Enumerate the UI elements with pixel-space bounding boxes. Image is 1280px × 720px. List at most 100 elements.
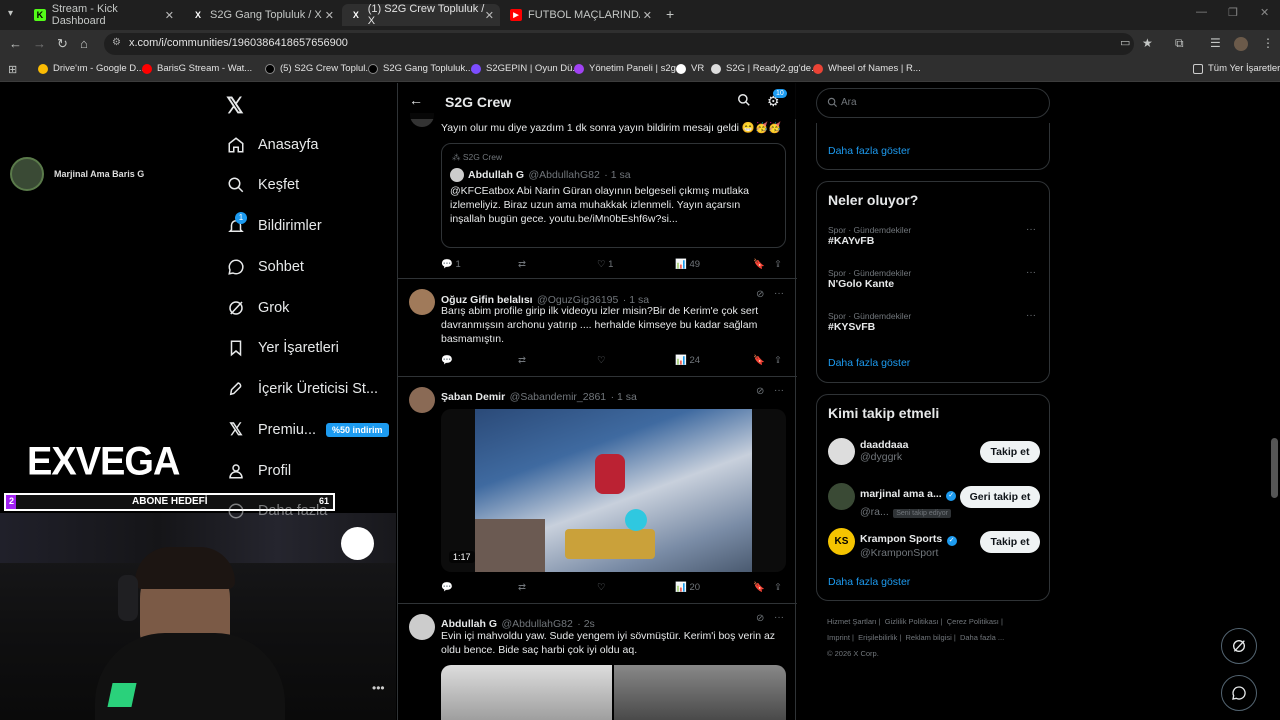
close-window-icon[interactable]: ✕ [1260,6,1269,19]
bookmark-item[interactable]: BarisG Stream - Wat... [142,63,252,74]
new-tab-icon[interactable]: + [666,6,674,22]
nav-notifications[interactable]: 1 Bildirimler [226,212,322,236]
footer-link[interactable]: Çerez Politikası [947,617,999,626]
follow-button[interactable]: Takip et [980,531,1040,553]
close-tab-icon[interactable]: ✕ [325,9,334,22]
views-button[interactable]: 📊 20 [675,582,700,593]
all-bookmarks[interactable]: Tüm Yer İşaretleri [1193,63,1280,74]
views-button[interactable]: 📊 24 [675,355,700,366]
back-icon[interactable]: ← [9,36,22,51]
follow-user[interactable]: daaddaaa @dyggrk [860,439,908,463]
follow-avatar[interactable] [828,438,855,465]
grok-icon[interactable]: ⊘ [756,386,764,397]
nav-premium[interactable]: 𝕏 Premiu... %50 indirim [226,420,389,440]
trend-item[interactable]: Spor · Gündemdekiler #KAYvFB [828,225,911,247]
tweet-video[interactable]: 1:17 [441,409,786,572]
close-tab-icon[interactable]: ✕ [165,9,174,22]
back-arrow-icon[interactable]: ← [409,92,423,108]
close-tab-icon[interactable]: ✕ [643,9,652,22]
repost-button[interactable]: ⇄ [518,582,526,593]
tweet[interactable]: Oğuz Gifin belalısı @OguzGig36195 · 1 sa… [398,280,797,377]
close-tab-icon[interactable]: ✕ [485,9,494,22]
address-bar[interactable]: ⚙ x.com/i/communities/196038641865765690… [104,33,1134,55]
bookmark-item[interactable]: Drive'ım - Google D... [38,63,144,74]
tab-search-icon[interactable]: ▾ [8,8,13,19]
repost-button[interactable]: ⇄ [518,259,526,270]
bookmark-button[interactable]: 🔖 [753,355,765,366]
tweet[interactable]: Abdullah G @AbdullahG82 · 2s ⊘ ··· Evin … [398,605,797,720]
bookmark-item[interactable]: S2GEPIN | Oyun Dü... [471,63,580,74]
search-icon[interactable] [737,93,751,107]
nav-more[interactable]: Daha fazla [226,501,327,521]
search-input[interactable]: Ara [816,88,1050,118]
like-button[interactable]: ♡ 1 [597,259,613,270]
nav-profile[interactable]: Profil [226,461,291,481]
reading-list-icon[interactable]: ☰ [1210,36,1221,50]
grok-icon[interactable]: ⊘ [756,613,764,624]
footer-link[interactable]: Imprint [827,633,850,642]
apps-icon[interactable]: ⊞ [8,63,17,76]
tweet[interactable]: Şaban Demir @Sabandemir_2861 · 1 sa ⊘ ··… [398,378,797,604]
bookmark-item[interactable]: S2G | Ready2.gg'de... [711,63,819,74]
show-more-link[interactable]: Daha fazla göster [828,357,910,369]
quote-tweet[interactable]: ⁂ S2G Crew Abdullah G @AbdullahG82 · 1 s… [441,143,786,248]
footer-link[interactable]: Reklam bilgisi [906,633,952,642]
tab-kick-dashboard[interactable]: K Stream - Kick Dashboard ✕ [26,3,180,27]
show-more-link[interactable]: Daha fazla göster [828,576,910,588]
reply-button[interactable]: 💬 1 [441,259,461,270]
bookmark-item[interactable]: Yönetim Paneli | s2g... [574,63,684,74]
like-button[interactable]: ♡ [597,355,606,366]
share-button[interactable]: ⇪ [774,259,782,270]
maximize-icon[interactable]: ❐ [1228,6,1238,19]
grok-icon[interactable]: ⊘ [756,289,764,300]
x-logo-icon[interactable]: 𝕏 [226,93,244,119]
minimize-icon[interactable]: — [1196,6,1207,18]
more-options-icon[interactable]: ··· [1026,224,1036,235]
home-icon[interactable]: ⌂ [80,36,88,51]
show-more-link[interactable]: Daha fazla göster [828,145,910,157]
footer-link[interactable]: Hizmet Şartları [827,617,877,626]
trend-item[interactable]: Spor · Gündemdekiler #KYSvFB [828,311,911,333]
like-button[interactable]: ♡ [597,582,606,593]
follow-button[interactable]: Takip et [980,441,1040,463]
footer-link[interactable]: Erişilebilirlik [858,633,897,642]
nav-chat[interactable]: Sohbet [226,257,304,277]
reply-button[interactable]: 💬 [441,582,453,593]
bookmark-item[interactable]: (5) S2G Crew Toplul... [265,63,373,74]
scrollbar[interactable] [1271,438,1278,498]
follow-user[interactable]: marjinal ama a... ✓ @ra... Seni takip edi… [860,484,957,520]
more-options-icon[interactable]: ··· [774,385,784,396]
nav-explore[interactable]: Keşfet [226,175,299,195]
tweet-image[interactable] [614,665,786,720]
footer-link[interactable]: Gizlilik Politikası [885,617,939,626]
follow-user[interactable]: Krampon Sports ✓ @KramponSport [860,529,957,559]
tab-s2g-crew[interactable]: X (1) S2G Crew Topluluk / X ✕ [342,3,500,27]
bookmark-star-icon[interactable]: ★ [1142,36,1153,50]
reply-button[interactable]: 💬 [441,355,453,366]
share-button[interactable]: ⇪ [774,582,782,593]
footer-link[interactable]: Daha fazla ... [960,633,1004,642]
site-info-icon[interactable]: ⚙ [112,37,121,48]
nav-home[interactable]: Anasayfa [226,135,318,155]
repost-button[interactable]: ⇄ [518,355,526,366]
nav-bookmarks[interactable]: Yer İşaretleri [226,338,339,358]
more-options-icon[interactable]: ··· [774,288,784,299]
cast-icon[interactable]: ▭ [1120,36,1130,49]
profile-avatar[interactable] [1234,37,1248,51]
tab-youtube-futbol[interactable]: ▶ FUTBOL MAÇLARINDA YAŞAN... ✕ [502,4,658,26]
tweet-image[interactable] [441,665,612,720]
bookmark-item[interactable]: S2G Gang Topluluk... [368,63,473,74]
follow-avatar[interactable] [828,483,855,510]
views-button[interactable]: 📊 49 [675,259,700,270]
bookmark-item[interactable]: Wheel of Names | R... [813,63,921,74]
krampon-logo-icon[interactable]: KS [828,528,855,555]
bookmark-item[interactable]: VR [676,63,704,74]
tab-s2g-gang[interactable]: X S2G Gang Topluluk / X ✕ [184,4,340,26]
extensions-icon[interactable]: ⧉ [1175,36,1184,51]
nav-grok[interactable]: Grok [226,298,289,318]
more-options-icon[interactable]: ··· [1026,267,1036,278]
more-options-icon[interactable]: ··· [1026,310,1036,321]
more-options-icon[interactable]: ··· [774,612,784,623]
grok-floating-button[interactable] [1221,628,1257,664]
bookmark-button[interactable]: 🔖 [753,259,765,270]
